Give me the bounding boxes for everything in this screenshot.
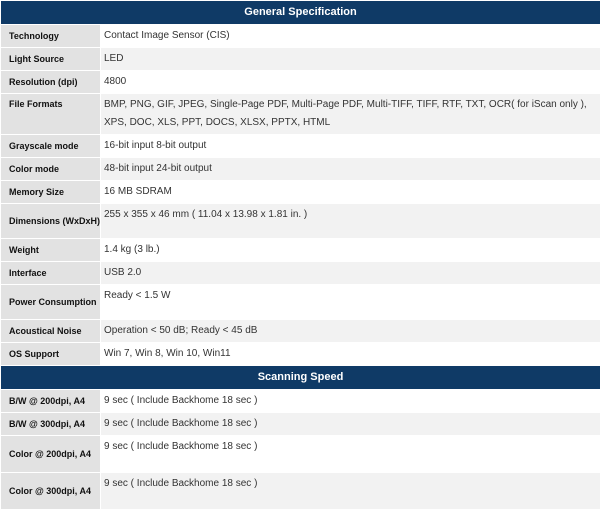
spec-value: BMP, PNG, GIF, JPEG, Single-Page PDF, Mu… [99,93,600,135]
speed-value: 9 sec ( Include Backhome 18 sec ) [99,389,600,413]
spec-label: Power Consumption [0,284,101,320]
speed-row-color-300: Color @ 300dpi, A4 9 sec ( Include Backh… [0,472,600,510]
speed-value: 9 sec ( Include Backhome 18 sec ) [99,435,600,473]
spec-label: Memory Size [0,180,101,204]
spec-row-interface: Interface USB 2.0 [0,261,600,285]
spec-row-file-formats: File Formats BMP, PNG, GIF, JPEG, Single… [0,93,600,135]
speed-row-color-200: Color @ 200dpi, A4 9 sec ( Include Backh… [0,435,600,473]
scanning-speed-title: Scanning Speed [0,365,600,390]
spec-label: Color mode [0,157,101,181]
speed-value: 9 sec ( Include Backhome 18 sec ) [99,412,600,436]
general-spec-header-row: General Specification [0,0,600,25]
spec-row-weight: Weight 1.4 kg (3 lb.) [0,238,600,262]
spec-label: Interface [0,261,101,285]
spec-value: 48-bit input 24-bit output [99,157,600,181]
spec-label: OS Support [0,342,101,366]
spec-row-acoustical-noise: Acoustical Noise Operation < 50 dB; Read… [0,319,600,343]
spec-row-technology: Technology Contact Image Sensor (CIS) [0,24,600,48]
spec-value: Ready < 1.5 W [99,284,600,320]
speed-label: Color @ 300dpi, A4 [0,472,101,510]
spec-label: File Formats [0,93,101,135]
spec-value: 16-bit input 8-bit output [99,134,600,158]
spec-row-dimensions: Dimensions (WxDxH) 255 x 355 x 46 mm ( 1… [0,203,600,239]
spec-value: Win 7, Win 8, Win 10, Win11 [99,342,600,366]
spec-label: Grayscale mode [0,134,101,158]
spec-label: Technology [0,24,101,48]
spec-table: General Specification Technology Contact… [0,0,600,510]
spec-row-color-mode: Color mode 48-bit input 24-bit output [0,157,600,181]
spec-value: Contact Image Sensor (CIS) [99,24,600,48]
spec-value: 1.4 kg (3 lb.) [99,238,600,262]
spec-label: Weight [0,238,101,262]
spec-row-resolution: Resolution (dpi) 4800 [0,70,600,94]
speed-label: B/W @ 200dpi, A4 [0,389,101,413]
general-spec-title: General Specification [0,0,600,25]
spec-label: Acoustical Noise [0,319,101,343]
spec-row-power-consumption: Power Consumption Ready < 1.5 W [0,284,600,320]
spec-value: 16 MB SDRAM [99,180,600,204]
spec-row-grayscale-mode: Grayscale mode 16-bit input 8-bit output [0,134,600,158]
spec-value: LED [99,47,600,71]
speed-value: 9 sec ( Include Backhome 18 sec ) [99,472,600,510]
scanning-speed-header-row: Scanning Speed [0,365,600,390]
spec-value: USB 2.0 [99,261,600,285]
spec-value: 4800 [99,70,600,94]
speed-label: Color @ 200dpi, A4 [0,435,101,473]
speed-label: B/W @ 300dpi, A4 [0,412,101,436]
spec-label: Resolution (dpi) [0,70,101,94]
spec-row-os-support: OS Support Win 7, Win 8, Win 10, Win11 [0,342,600,366]
spec-label: Dimensions (WxDxH) [0,203,101,239]
spec-value: Operation < 50 dB; Ready < 45 dB [99,319,600,343]
spec-value: 255 x 355 x 46 mm ( 11.04 x 13.98 x 1.81… [99,203,600,239]
speed-row-bw-200: B/W @ 200dpi, A4 9 sec ( Include Backhom… [0,389,600,413]
spec-row-light-source: Light Source LED [0,47,600,71]
spec-row-memory-size: Memory Size 16 MB SDRAM [0,180,600,204]
speed-row-bw-300: B/W @ 300dpi, A4 9 sec ( Include Backhom… [0,412,600,436]
spec-label: Light Source [0,47,101,71]
